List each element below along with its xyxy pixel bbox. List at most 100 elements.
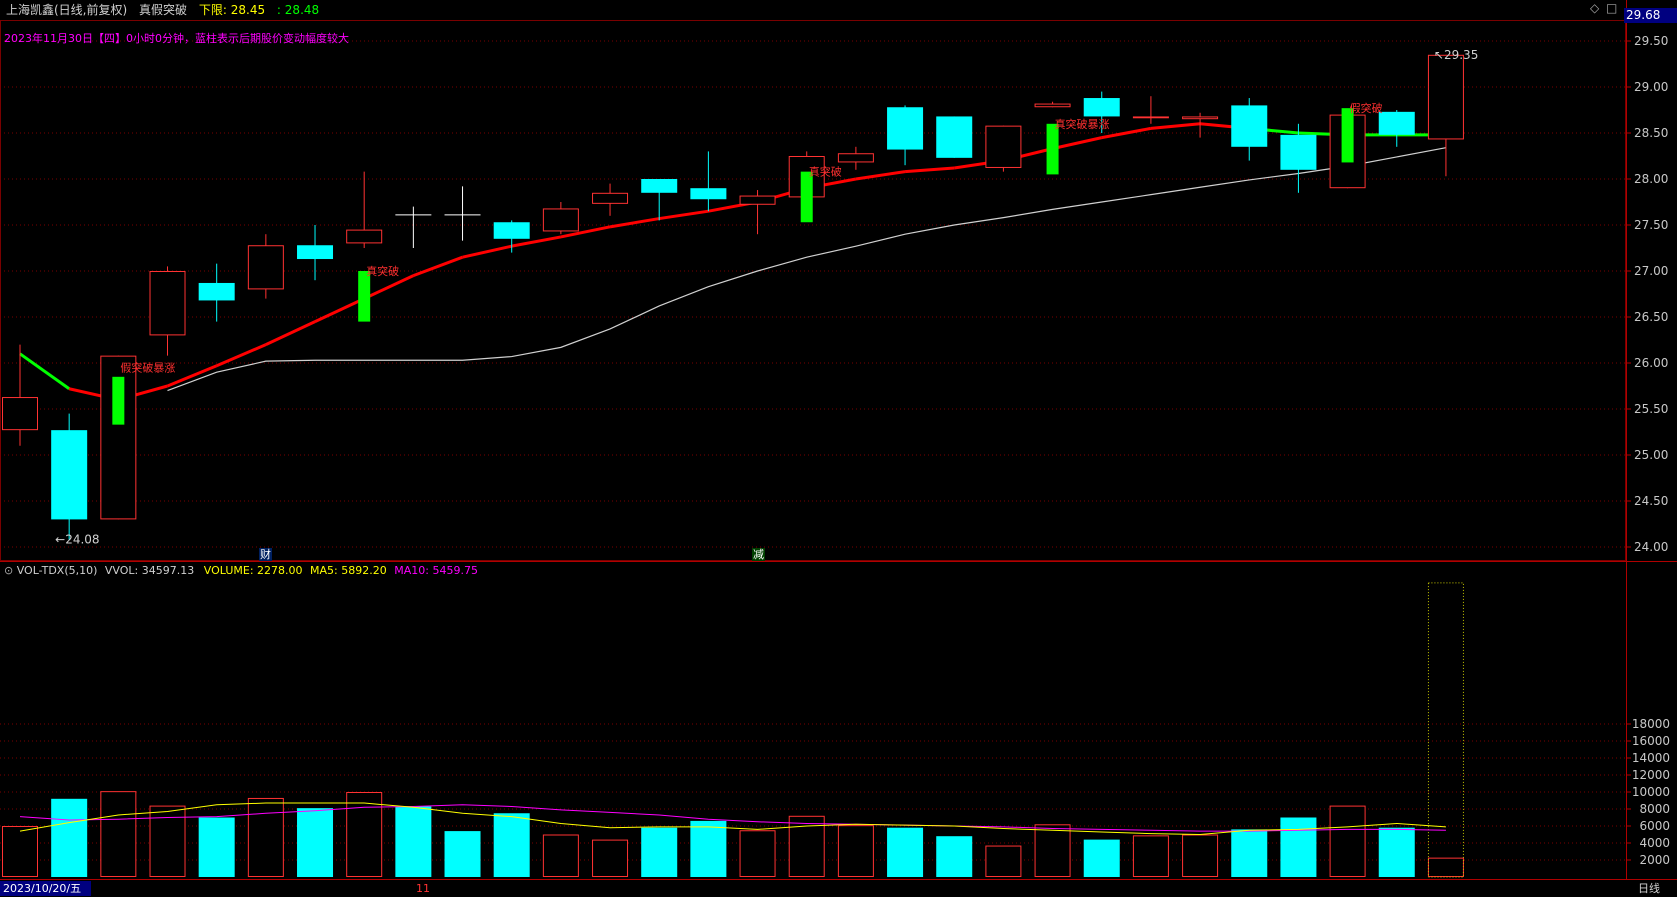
event-mark-jian[interactable]: 减 xyxy=(752,548,765,561)
volume-bar xyxy=(395,806,432,877)
candle-body xyxy=(641,179,678,193)
current-price-box: 29.68 xyxy=(1624,8,1677,23)
ma5-label: MA5: 5892.20 xyxy=(310,564,387,577)
volume-bar xyxy=(149,805,186,877)
ma-signal-segment xyxy=(314,297,365,323)
signal-label: 假突破暴涨 xyxy=(120,361,175,375)
candle-body xyxy=(493,222,530,239)
sep-label: : xyxy=(276,3,281,17)
lower-limit-label: 下限: xyxy=(198,3,227,17)
volume-bar xyxy=(542,834,579,877)
signal-bar xyxy=(1341,108,1354,163)
collapse-icon[interactable]: ⊙ xyxy=(4,564,13,577)
volume-bar xyxy=(247,797,284,878)
event-mark-cai[interactable]: 财 xyxy=(259,548,272,561)
period-label: 日线 xyxy=(1638,882,1660,895)
signal-label: 真突破暴涨 xyxy=(1055,117,1110,131)
volume-bar xyxy=(837,825,874,878)
candle-body xyxy=(2,397,38,431)
volume-label: VOLUME: 2278.00 xyxy=(203,564,303,577)
signal-bar xyxy=(800,171,813,223)
stock-name: 上海凯鑫(日线,前复权) xyxy=(6,3,128,17)
ma-signal-segment xyxy=(462,244,513,259)
price-tick-label: 28.00 xyxy=(1634,172,1668,186)
ma10-label: MA10: 5459.75 xyxy=(394,564,478,577)
candle-body xyxy=(1427,54,1464,140)
price-tick-label: 29.00 xyxy=(1634,80,1668,94)
candle-body xyxy=(1034,103,1071,108)
volume-bar xyxy=(2,826,38,877)
volume-bar xyxy=(1132,835,1169,877)
candle-body xyxy=(542,208,579,232)
candle-body xyxy=(51,430,88,520)
candle-body xyxy=(1280,134,1317,170)
price-tick-label: 25.50 xyxy=(1634,402,1668,416)
candle-body xyxy=(149,271,186,336)
volume-tick-label: 4000 xyxy=(1639,836,1670,850)
stock-chart[interactable]: 24.00 24.50 25.00 25.50 26.00 26.50 27.00 27.50… xyxy=(0,0,1677,897)
price-tick-label: 28.50 xyxy=(1634,126,1668,140)
volume-tick-label: 12000 xyxy=(1632,768,1670,782)
candle-body xyxy=(1182,116,1219,120)
volume-bar xyxy=(887,827,924,877)
volume-bar xyxy=(100,791,137,878)
square-icon[interactable]: □ xyxy=(1606,0,1617,16)
volume-tick-label: 8000 xyxy=(1639,802,1670,816)
price-tick-label: 26.50 xyxy=(1634,310,1668,324)
price-tick-label: 25.00 xyxy=(1634,448,1668,462)
candle-body xyxy=(739,195,776,205)
volume-bar xyxy=(641,827,678,877)
candle-body xyxy=(1231,105,1268,147)
signal-bar xyxy=(358,271,371,322)
volume-tick-label: 14000 xyxy=(1632,751,1670,765)
volume-bar xyxy=(739,830,776,877)
volume-header: ⊙ VOL-TDX(5,10) VVOL: 34597.13 VOLUME: 2… xyxy=(4,563,478,579)
volume-bar xyxy=(1083,839,1120,877)
candle-body xyxy=(198,282,235,301)
price-tick-label: 26.00 xyxy=(1634,356,1668,370)
ma-signal-segment xyxy=(19,352,71,390)
candle-body xyxy=(1132,116,1169,119)
candle-body xyxy=(592,192,629,204)
volume-bar xyxy=(346,792,383,877)
ma-signal-segment xyxy=(609,217,660,229)
candle-body xyxy=(297,245,334,260)
ma-signal-segment xyxy=(363,274,414,300)
volume-bar xyxy=(297,808,334,877)
signal-bar xyxy=(1046,123,1059,175)
ma-signal-segment xyxy=(412,255,464,278)
info-line: 2023年11月30日【四】0小时0分钟，蓝柱表示后期股价变动幅度较大 xyxy=(4,32,349,45)
lower-limit-value: 28.45 xyxy=(230,3,266,17)
volume-tick-label: 6000 xyxy=(1639,819,1670,833)
candle-body xyxy=(837,153,874,163)
indicator-name: 真假突破 xyxy=(139,3,188,17)
date-box: 2023/10/20/五 xyxy=(0,881,91,896)
candle-body xyxy=(887,107,924,150)
diamond-icon[interactable]: ◇ xyxy=(1590,0,1599,16)
ma-signal-segment xyxy=(658,209,709,221)
volume-tick-label: 18000 xyxy=(1632,717,1670,731)
price-tick-label: 29.50 xyxy=(1634,34,1668,48)
candle-body xyxy=(247,245,284,290)
price-tick-label: 24.50 xyxy=(1634,494,1668,508)
candle-body xyxy=(1083,98,1120,117)
candle-body xyxy=(690,188,727,200)
candle-body xyxy=(346,229,383,244)
month-mark: 11 xyxy=(416,882,430,895)
signal-label: 真突破 xyxy=(809,165,842,179)
volume-bar xyxy=(1329,805,1366,877)
volume-bar xyxy=(1427,857,1464,878)
price-tick-label: 27.50 xyxy=(1634,218,1668,232)
volume-bar xyxy=(1231,829,1268,877)
volume-tick-label: 10000 xyxy=(1632,785,1670,799)
volume-bar xyxy=(936,836,973,877)
volume-bar xyxy=(444,831,481,877)
ma-signal-segment xyxy=(1150,122,1201,130)
volume-bar xyxy=(493,813,530,877)
volume-bar xyxy=(1182,834,1219,877)
volume-tick-label: 2000 xyxy=(1639,853,1670,867)
volume-bar xyxy=(1034,824,1071,877)
high-price-label: ↖29.35 xyxy=(1434,48,1478,62)
volume-bar xyxy=(1280,817,1317,877)
candle-body xyxy=(985,125,1022,168)
